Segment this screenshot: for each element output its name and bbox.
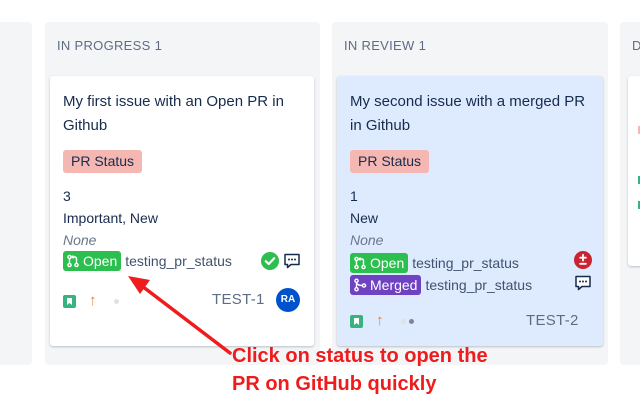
- pr-branch-name: testing_pr_status: [412, 255, 519, 271]
- pull-request-icon: [354, 256, 366, 270]
- card-title: My second issue with a merged PR in Gith…: [350, 93, 586, 134]
- pr-row: Merged testing_pr_status: [350, 275, 532, 295]
- pr-state-label: Open: [370, 255, 405, 271]
- diff-plusminus-icon: [574, 251, 592, 269]
- pr-merged-badge[interactable]: Merged: [350, 275, 422, 295]
- column-title: D: [632, 38, 640, 53]
- pr-branch-name: testing_pr_status: [125, 253, 232, 269]
- column-count: 1: [154, 38, 163, 53]
- column-title: IN REVIEW: [344, 38, 415, 53]
- priority-high-arrow-icon: ↑: [376, 312, 384, 329]
- issue-key[interactable]: TEST-2: [526, 312, 579, 329]
- component-field: None: [350, 232, 384, 248]
- comment-icon[interactable]: [574, 274, 592, 292]
- column-header: IN REVIEW 1: [344, 38, 426, 53]
- labels-field: Important, New: [63, 210, 158, 226]
- issue-card[interactable]: My first issue with an Open PR in Github…: [50, 76, 314, 346]
- component-field: None: [63, 232, 97, 248]
- column-in-progress: IN PROGRESS 1 My first issue with an Open…: [45, 22, 320, 365]
- story-bookmark-icon: [63, 295, 76, 308]
- pr-branch-name: testing_pr_status: [425, 277, 533, 293]
- issue-card[interactable]: [628, 76, 640, 266]
- estimate-dots: [401, 319, 414, 324]
- column-previous: [0, 22, 32, 365]
- story-points: 3: [63, 188, 71, 204]
- labels-field: New: [350, 210, 379, 226]
- check-circle-icon: [261, 252, 279, 270]
- story-bookmark-icon: [350, 315, 363, 328]
- pull-request-icon: [67, 254, 79, 268]
- pr-row: Open testing_pr_status: [63, 251, 232, 271]
- annotation-line: Click on status to open the: [232, 345, 488, 367]
- story-points: 1: [350, 188, 358, 204]
- pr-status-lozenge: PR Status: [63, 150, 143, 173]
- comment-icon[interactable]: [283, 252, 301, 270]
- pr-open-badge[interactable]: Open: [350, 253, 409, 273]
- issue-card[interactable]: My second issue with a merged PR in Gith…: [337, 76, 603, 346]
- pr-status-lozenge: PR Status: [350, 150, 430, 173]
- pr-row: Open testing_pr_status: [350, 253, 519, 273]
- annotation-line: PR on GitHub quickly: [232, 373, 437, 395]
- priority-high-arrow-icon: ↑: [89, 292, 97, 309]
- column-title: IN PROGRESS: [57, 38, 151, 53]
- annotation-text: Click on status to open the PR on GitHub…: [232, 342, 592, 398]
- column-header: IN PROGRESS 1: [57, 38, 162, 53]
- column-in-review: IN REVIEW 1 My second issue with a merged…: [332, 22, 608, 365]
- column-count: 1: [418, 38, 427, 53]
- issue-key[interactable]: TEST-1: [212, 291, 265, 308]
- estimate-dots: [114, 299, 119, 304]
- column-done: D: [620, 22, 640, 365]
- merge-icon: [354, 278, 367, 292]
- pr-state-label: Merged: [370, 277, 418, 293]
- pr-open-badge[interactable]: Open: [63, 251, 122, 271]
- avatar[interactable]: RA: [276, 288, 300, 312]
- column-header: D: [632, 38, 640, 53]
- pr-state-label: Open: [83, 253, 118, 269]
- card-title: My first issue with an Open PR in Github: [63, 93, 284, 134]
- kanban-board: IN PROGRESS 1 My first issue with an Open…: [0, 0, 640, 400]
